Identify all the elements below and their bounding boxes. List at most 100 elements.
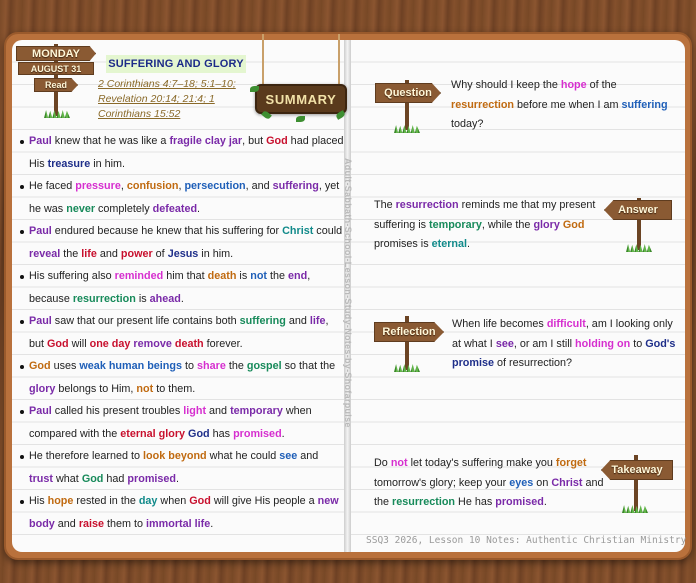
text-segment: let today's suffering make you: [407, 457, 556, 469]
text-segment: He therefore learned to: [29, 450, 144, 462]
highlighted-word: God: [189, 495, 211, 507]
text-segment: before me when I am: [514, 98, 622, 111]
text-segment: .: [197, 202, 201, 215]
text-segment: His: [29, 495, 48, 507]
highlighted-word: see: [279, 450, 298, 462]
highlighted-word: treasure: [47, 157, 91, 170]
highlighted-word: defeated: [152, 202, 198, 215]
highlighted-word: eternal glory: [120, 427, 186, 440]
text-segment: will give His people a: [210, 495, 318, 507]
highlighted-word: suffering: [621, 98, 668, 111]
question-text: Why should I keep the hope of the resurr…: [451, 76, 679, 135]
text-segment: of: [152, 247, 168, 260]
highlighted-word: never: [66, 202, 96, 215]
text-segment: when: [157, 495, 190, 507]
highlighted-word: end: [288, 270, 308, 282]
text-segment: will: [68, 337, 90, 350]
reference-line[interactable]: Corinthians 15:52: [98, 107, 258, 122]
highlighted-word: God: [81, 472, 104, 485]
text-segment: of resurrection?: [494, 357, 573, 369]
text-segment: He has: [455, 496, 496, 508]
highlighted-word: resurrection: [395, 199, 459, 211]
text-segment: forever.: [203, 337, 243, 350]
highlighted-word: eyes: [509, 476, 534, 489]
text-segment: He faced: [29, 180, 76, 192]
highlighted-word: promised: [495, 496, 544, 508]
answer-text: The resurrection reminds me that my pres…: [374, 196, 606, 255]
highlighted-word: holding on: [575, 337, 631, 350]
text-segment: tomorrow's glory; keep your: [374, 476, 510, 489]
highlighted-word: Paul: [29, 315, 52, 327]
text-segment: .: [180, 292, 184, 305]
text-segment: .: [543, 496, 547, 508]
text-segment: what he could: [206, 450, 280, 462]
highlighted-word: life: [81, 247, 97, 260]
text-segment: and: [206, 405, 231, 417]
reference-line[interactable]: Revelation 20:14; 21:4; 1: [98, 92, 258, 107]
highlighted-word: Paul: [29, 405, 52, 417]
date-label: AUGUST 31: [18, 62, 94, 75]
highlighted-word: God: [562, 218, 585, 231]
highlighted-word: hope: [560, 79, 587, 91]
highlighted-word: weak human beings: [79, 360, 183, 372]
text-segment: endured because he knew that his sufferi…: [51, 225, 283, 237]
text-segment: His suffering also: [29, 270, 115, 282]
highlighted-word: reminded: [114, 270, 164, 282]
highlighted-word: promised: [127, 472, 177, 485]
summary-bullet-list: Paul knew that he was like a fragile cla…: [18, 130, 344, 535]
read-label: Read: [34, 78, 78, 92]
text-segment: and: [96, 247, 121, 260]
highlighted-word: promised: [233, 427, 282, 440]
summary-bullet: Paul endured because he knew that his su…: [18, 220, 344, 265]
text-segment: has: [209, 427, 234, 440]
summary-bullet: Paul knew that he was like a fragile cla…: [18, 130, 344, 175]
highlighted-word: glory: [533, 218, 560, 231]
takeaway-text: Do not let today's suffering make you fo…: [374, 454, 606, 513]
summary-bullet: Paul saw that our present life contains …: [18, 310, 344, 355]
text-segment: to: [182, 360, 198, 372]
highlighted-word: day: [138, 495, 158, 507]
highlighted-word: ahead: [149, 292, 181, 305]
text-segment: the: [267, 270, 289, 282]
day-label: MONDAY: [16, 46, 96, 61]
highlighted-word: pressure: [75, 180, 121, 192]
text-segment: uses: [50, 360, 80, 372]
highlighted-word: share: [197, 360, 226, 372]
text-segment: Why should I keep the: [451, 79, 561, 91]
text-segment: , and: [245, 180, 273, 192]
summary-bullet: His suffering also reminded him that dea…: [18, 265, 344, 310]
highlighted-word: remove: [133, 337, 172, 350]
highlighted-word: temporary: [429, 218, 482, 231]
highlighted-word: hope: [47, 495, 74, 507]
text-segment: what: [53, 472, 82, 485]
text-segment: and: [297, 450, 319, 462]
highlighted-word: suffering: [239, 315, 286, 327]
text-segment: knew that he was like a: [51, 135, 170, 147]
highlighted-word: not: [250, 270, 268, 282]
text-segment: called his present troubles: [51, 405, 184, 417]
reference-line[interactable]: 2 Corinthians 4:7–18; 5:1–10;: [98, 77, 258, 92]
highlighted-word: resurrection: [392, 496, 456, 508]
highlighted-word: look beyond: [143, 450, 207, 462]
highlighted-word: one day: [89, 337, 131, 350]
text-segment: promises is: [374, 238, 432, 250]
scripture-references[interactable]: 2 Corinthians 4:7–18; 5:1–10; Revelation…: [98, 77, 258, 122]
text-segment: is: [236, 270, 251, 282]
highlighted-word: difficult: [546, 318, 586, 330]
highlighted-word: resurrection: [451, 98, 515, 111]
text-segment: .: [467, 238, 471, 250]
highlighted-word: Christ: [551, 476, 583, 489]
highlighted-word: gospel: [246, 360, 282, 372]
highlighted-word: not: [390, 457, 408, 469]
text-segment: .: [281, 427, 285, 440]
highlighted-word: reveal: [29, 247, 61, 260]
footer-lesson-note: SSQ3 2026, Lesson 10 Notes: Authentic Ch…: [366, 535, 687, 546]
question-label: Question: [375, 83, 441, 103]
highlighted-word: God: [47, 337, 69, 350]
highlighted-word: raise: [78, 517, 105, 530]
text-segment: the: [225, 360, 247, 372]
answer-label: Answer: [604, 200, 672, 220]
text-segment: to: [630, 337, 646, 350]
text-segment: is: [135, 292, 150, 305]
lesson-title: SUFFERING AND GLORY: [106, 55, 246, 73]
